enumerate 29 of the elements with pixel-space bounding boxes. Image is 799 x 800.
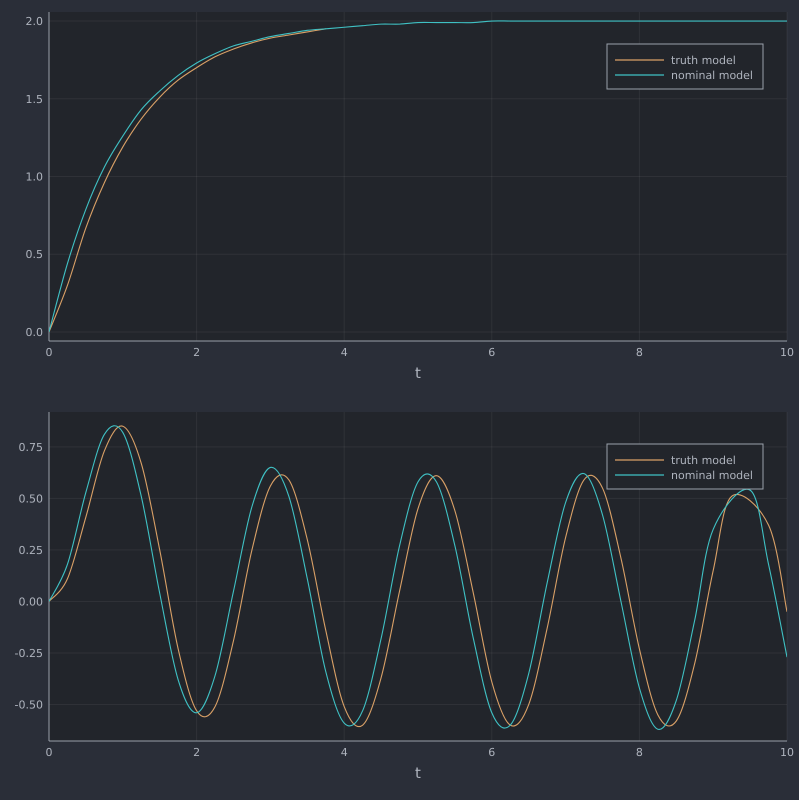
x-tick-label: 6 bbox=[488, 746, 496, 759]
y-tick-label: 0.50 bbox=[18, 492, 43, 506]
x-tick-label: 4 bbox=[340, 746, 348, 759]
x-tick-label: 10 bbox=[780, 346, 794, 359]
y-tick-label: 0.00 bbox=[18, 595, 43, 608]
y-tick-label: 1.0 bbox=[26, 170, 43, 184]
x-tick-label: 2 bbox=[193, 746, 200, 759]
y-tick-label: 0.75 bbox=[18, 440, 43, 454]
x-tick-label: 10 bbox=[780, 746, 794, 759]
x-tick-label: 2 bbox=[193, 346, 200, 359]
y-tick-label: 1.5 bbox=[26, 92, 43, 106]
y-tick-label: -0.50 bbox=[14, 698, 43, 712]
y-tick-label: 0.25 bbox=[18, 544, 43, 557]
x-axis-title: t bbox=[415, 764, 421, 782]
x-tick-label: 6 bbox=[488, 346, 496, 359]
x-tick-label: 0 bbox=[46, 346, 52, 359]
y-tick-label: -0.25 bbox=[14, 646, 43, 660]
y-tick-label: 0.5 bbox=[26, 248, 43, 262]
x-tick-label: 8 bbox=[636, 346, 643, 359]
y-tick-label: 2.0 bbox=[26, 15, 43, 28]
x-axis-title: t bbox=[415, 364, 421, 382]
legend-label: truth model bbox=[671, 454, 736, 467]
legend-label: truth model bbox=[671, 54, 736, 67]
x-tick-label: 8 bbox=[636, 746, 643, 759]
x-tick-label: 4 bbox=[340, 346, 348, 359]
legend-label: nominal model bbox=[671, 69, 753, 82]
y-tick-label: 0.0 bbox=[26, 326, 43, 339]
x-tick-label: 0 bbox=[46, 746, 52, 759]
legend-label: nominal model bbox=[671, 469, 753, 482]
